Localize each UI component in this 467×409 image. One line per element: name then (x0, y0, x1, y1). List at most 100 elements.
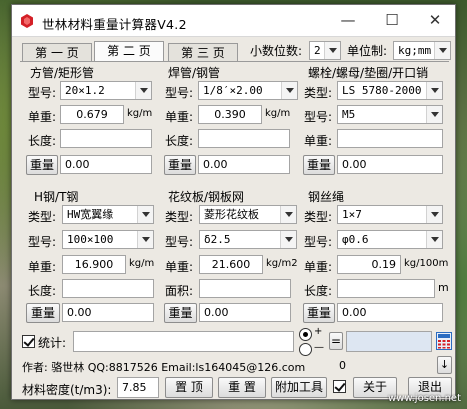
bolt-type-value: LS 5780-2000 (342, 84, 422, 97)
checker-plate-unit-weight-label: 单重: (165, 260, 194, 274)
square-tube-model-select[interactable]: 20×1.2 (60, 81, 152, 100)
wire-rope-model-select[interactable]: φ0.6 (337, 230, 443, 249)
square-tube-unit-weight-label: 单重: (28, 110, 57, 124)
bolt-type-label: 类型: (304, 86, 333, 100)
stats-input[interactable] (73, 331, 294, 352)
stats-result (346, 331, 432, 352)
checker-plate-type-label: 类型: (165, 210, 194, 224)
option-checkbox[interactable] (333, 380, 346, 393)
wire-rope-type-select[interactable]: 1×7 (337, 205, 443, 224)
square-tube-length-label: 长度: (28, 134, 57, 148)
h-beam-model-label: 型号: (28, 235, 57, 249)
welded-pipe-model-select[interactable]: 1/8′×2.00 (198, 81, 298, 100)
checker-plate-weight-button[interactable]: 重量 (164, 303, 197, 323)
bolt-title: 螺栓/螺母/垫圈/开口销 (308, 66, 429, 80)
title-bar: 世林材料重量计算器V4.2 — ☐ ✕ (12, 5, 455, 37)
checker-plate-weight-value: 0.00 (199, 303, 291, 322)
scroll-down-button[interactable]: ↓ (437, 356, 452, 374)
checker-plate-unit-weight: 21.600 (199, 255, 263, 274)
h-beam-unit-weight-label: 单重: (28, 260, 57, 274)
tab-page-2[interactable]: 第 二 页 (94, 41, 164, 62)
h-beam-length-input[interactable] (62, 279, 154, 298)
chevron-down-icon (137, 231, 153, 248)
chevron-down-icon (280, 231, 296, 248)
chevron-down-icon (137, 206, 153, 223)
checker-plate-area-input[interactable] (199, 279, 291, 298)
plus-radio[interactable] (299, 328, 312, 341)
h-beam-type-value: HW宽翼缘 (67, 208, 114, 221)
checker-plate-type-select[interactable]: 菱形花纹板 (199, 205, 297, 224)
square-tube-unit-weight: 0.679 (60, 105, 124, 124)
tab-page-3[interactable]: 第 三 页 (168, 43, 238, 62)
reset-button[interactable]: 重 置 (218, 377, 266, 398)
checker-plate-model-label: 型号: (165, 235, 194, 249)
h-beam-weight-button[interactable]: 重量 (26, 303, 60, 323)
density-label: 材料密度(t/m3): (22, 383, 112, 397)
h-beam-type-select[interactable]: HW宽翼缘 (62, 205, 154, 224)
density-input[interactable]: 7.85 (117, 377, 159, 398)
h-beam-model-select[interactable]: 100×100 (62, 230, 154, 249)
checker-plate-type-value: 菱形花纹板 (204, 208, 259, 221)
chevron-down-icon (426, 82, 442, 99)
minus-label: — (314, 342, 324, 353)
chevron-down-icon (426, 206, 442, 223)
equals-button[interactable]: = (329, 332, 343, 350)
welded-pipe-model-label: 型号: (165, 86, 194, 100)
minus-radio[interactable] (299, 343, 312, 356)
chevron-down-icon (426, 231, 442, 248)
wire-rope-type-label: 类型: (304, 210, 333, 224)
decimals-label: 小数位数: (250, 44, 303, 58)
bolt-weight-button[interactable]: 重量 (303, 155, 335, 175)
chevron-down-icon (324, 42, 340, 59)
square-tube-weight-button[interactable]: 重量 (26, 155, 58, 175)
welded-pipe-weight-value: 0.00 (198, 155, 290, 174)
wire-rope-unit-weight-label: 单重: (304, 260, 333, 274)
bolt-model-value: M5 (342, 108, 356, 121)
stats-checkbox[interactable] (22, 335, 35, 348)
wire-rope-model-label: 型号: (304, 235, 333, 249)
unit-system-value: kg;mm (398, 44, 432, 57)
welded-pipe-unit-weight: 0.390 (198, 105, 262, 124)
record-count: 0 (339, 359, 346, 372)
maximize-button[interactable]: ☐ (370, 5, 414, 37)
h-beam-model-value: 100×100 (67, 233, 114, 246)
wire-rope-length-input[interactable] (337, 279, 435, 298)
minimize-button[interactable]: — (326, 5, 370, 37)
app-icon (21, 14, 33, 28)
square-tube-title: 方管/矩形管 (30, 66, 95, 80)
welded-pipe-title: 焊管/钢管 (168, 66, 221, 80)
tab-page-1[interactable]: 第 一 页 (22, 43, 92, 62)
extra-tools-button[interactable]: 附加工具 (271, 377, 327, 398)
square-tube-model-value: 20×1.2 (65, 84, 105, 97)
close-button[interactable]: ✕ (413, 5, 457, 37)
welded-pipe-weight-button[interactable]: 重量 (164, 155, 196, 175)
unit-system-label: 单位制: (347, 44, 388, 58)
welded-pipe-model-value: 1/8′×2.00 (203, 84, 263, 97)
plus-label: + (314, 326, 323, 337)
square-tube-weight-value: 0.00 (60, 155, 152, 174)
wire-rope-length-unit: m (438, 281, 449, 294)
welded-pipe-length-input[interactable] (198, 129, 290, 148)
author-info: 作者: 骆世林 QQ:8817526 Email:ls164045@126.co… (22, 361, 306, 374)
bolt-model-select[interactable]: M5 (337, 105, 443, 124)
unit-system-select[interactable]: kg;mm (393, 41, 451, 60)
checker-plate-model-value: δ2.5 (204, 233, 231, 246)
chevron-down-icon (280, 206, 296, 223)
checker-plate-title: 花纹板/钢板网 (168, 190, 245, 204)
bolt-type-select[interactable]: LS 5780-2000 (337, 81, 443, 100)
checker-plate-model-select[interactable]: δ2.5 (199, 230, 297, 249)
bolt-model-label: 型号: (304, 110, 333, 124)
square-tube-length-input[interactable] (60, 129, 152, 148)
chevron-down-icon (281, 82, 297, 99)
welded-pipe-unit: kg/m (265, 108, 291, 119)
wire-rope-unit: kg/100m (404, 258, 449, 269)
checker-plate-area-label: 面积: (165, 284, 194, 298)
pin-top-button[interactable]: 置 顶 (165, 377, 213, 398)
bolt-unit-weight-label: 单重: (304, 134, 333, 148)
window-title: 世林材料重量计算器V4.2 (42, 17, 187, 32)
calculator-icon[interactable] (436, 332, 452, 350)
h-beam-unit: kg/m (129, 258, 155, 269)
wire-rope-weight-button[interactable]: 重量 (303, 303, 335, 323)
decimals-select[interactable]: 2 (309, 41, 341, 60)
checker-plate-unit: kg/m2 (266, 258, 298, 269)
